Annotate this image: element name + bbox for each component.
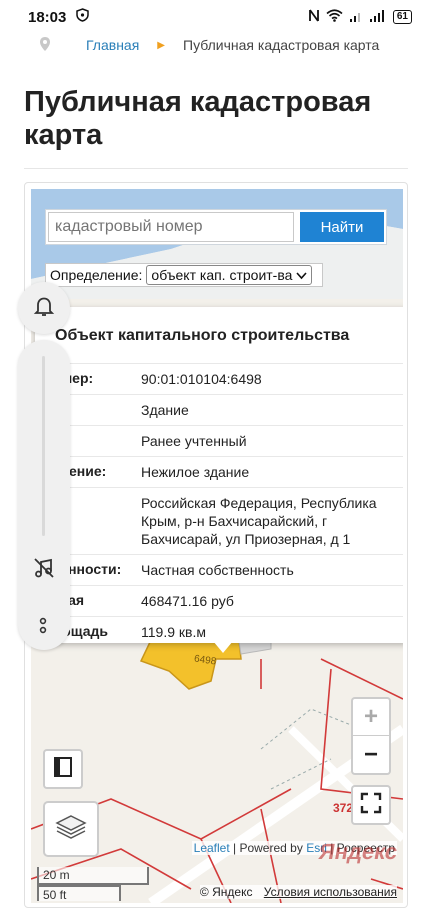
status-bar: 18:03 61 <box>0 0 432 34</box>
more-options-icon[interactable] <box>38 616 48 641</box>
map-frame: 6498 372 Найти Определение: объект кап. … <box>24 182 408 908</box>
object-info-popup: Объект капитального строительства номер:… <box>35 307 403 643</box>
bell-icon <box>32 294 56 323</box>
measure-button[interactable] <box>43 749 83 789</box>
table-row: Ранее учтенный <box>45 425 403 456</box>
search-button[interactable]: Найти <box>300 212 384 242</box>
definition-select[interactable]: объект кап. строит-ва <box>146 265 313 285</box>
row-value: Российская Федерация, Республика Крым, р… <box>141 495 377 547</box>
toolbar-track <box>42 356 45 536</box>
fullscreen-button[interactable] <box>351 785 391 825</box>
definition-label: Определение: <box>50 267 143 283</box>
ruler-icon <box>52 756 74 783</box>
zoom-out-button[interactable]: − <box>353 736 389 773</box>
table-row: твенности: Частная собственность <box>45 554 403 585</box>
layers-icon <box>54 812 88 847</box>
cadastral-map[interactable]: 6498 372 Найти Определение: объект кап. … <box>31 189 403 903</box>
cadastral-number-input[interactable] <box>48 212 294 242</box>
side-toolbar <box>18 340 70 650</box>
search-bar: Найти <box>45 209 387 245</box>
fullscreen-icon <box>360 792 382 819</box>
divider <box>24 168 408 169</box>
scale-metric: 20 m <box>37 867 149 885</box>
wifi-icon <box>326 9 343 25</box>
table-row: номер: 90:01:010104:6498 <box>45 363 403 394</box>
scale-bar: 20 m 50 ft <box>37 867 149 902</box>
row-value: Нежилое здание <box>141 464 250 480</box>
object-info-table: номер: 90:01:010104:6498 Здание Ранее уч… <box>45 363 403 643</box>
table-row: Российская Федерация, Республика Крым, р… <box>45 487 403 554</box>
signal-icon <box>349 10 363 25</box>
location-pin-icon <box>40 36 52 54</box>
row-value: Ранее учтенный <box>141 433 247 449</box>
chevron-right-icon: ▶ <box>157 39 165 51</box>
yandex-copyright: © Яндекс <box>199 885 253 899</box>
powered-by-text: | Powered by <box>233 841 303 855</box>
nfc-icon <box>308 9 320 25</box>
yandex-logo: Яндекс <box>316 839 400 864</box>
breadcrumb-home-link[interactable]: Главная <box>86 37 139 53</box>
popup-title: Объект капитального строительства <box>55 327 350 344</box>
shield-icon <box>76 8 90 26</box>
zoom-control: + − <box>351 697 391 775</box>
layers-button[interactable] <box>43 801 99 857</box>
breadcrumb: Главная ▶ Публичная кадастровая карта <box>40 34 379 56</box>
row-value: Частная собственность <box>141 562 294 578</box>
breadcrumb-current: Публичная кадастровая карта <box>183 37 380 53</box>
definition-selected-value: объект кап. строит-ва <box>151 267 293 283</box>
leaflet-link[interactable]: Leaflet <box>194 841 230 855</box>
row-value: 119.9 кв.м <box>141 624 206 640</box>
row-value: 468471.16 руб <box>141 593 234 609</box>
chevron-down-icon <box>296 267 308 283</box>
row-value: Здание <box>141 402 189 418</box>
definition-row: Определение: объект кап. строит-ва <box>45 263 323 287</box>
notification-button[interactable] <box>18 282 70 334</box>
row-value: 90:01:010104:6498 <box>141 371 262 387</box>
table-row: начение: Нежилое здание <box>45 456 403 487</box>
terms-of-use-link[interactable]: Условия использования <box>264 885 397 899</box>
table-row: стная 468471.16 руб <box>45 585 403 616</box>
battery-icon: 61 <box>392 10 412 24</box>
music-off-icon[interactable] <box>32 556 56 585</box>
yandex-terms: © Яндекс Условия использования <box>199 885 397 899</box>
page-title: Публичная кадастровая карта <box>24 86 372 151</box>
popup-pointer <box>213 641 233 653</box>
status-time: 18:03 <box>28 8 67 26</box>
table-row: Здание <box>45 394 403 425</box>
table-row: площадь 119.9 кв.м <box>45 616 403 643</box>
zoom-in-button[interactable]: + <box>353 699 389 736</box>
signal-icon <box>369 9 387 25</box>
scale-imperial: 50 ft <box>37 885 121 902</box>
